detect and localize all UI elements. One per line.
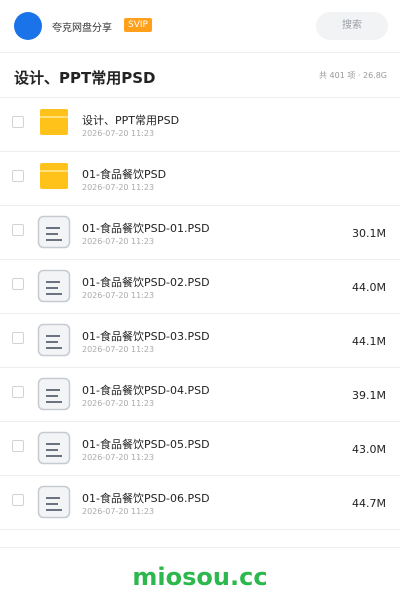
document-icon (37, 377, 71, 411)
item-checkbox[interactable] (12, 440, 24, 452)
avatar[interactable] (14, 12, 42, 40)
search-button[interactable]: 搜索 (316, 12, 388, 40)
page-title: 设计、PPT常用PSD (14, 69, 156, 87)
item-size: 44.1M (352, 335, 386, 348)
share-header: 夸克网盘分享 SVIP 搜索 (0, 0, 400, 53)
item-name: 01-食品餐饮PSD (82, 168, 167, 181)
item-date: 2026-07-20 11:23 (82, 345, 155, 354)
item-date: 2026-07-20 11:23 (82, 237, 155, 246)
file-list: 设计、PPT常用PSD 2026-07-20 11:23 01-食品餐饮PSD … (0, 98, 400, 530)
item-size: 44.0M (352, 281, 386, 294)
list-item[interactable]: 01-食品餐饮PSD-06.PSD 2026-07-20 11:23 44.7M (0, 476, 400, 530)
item-name: 设计、PPT常用PSD (82, 114, 180, 127)
item-checkbox[interactable] (12, 332, 24, 344)
item-name: 01-食品餐饮PSD-06.PSD (82, 492, 210, 505)
folder-icon (37, 107, 71, 141)
item-size: 44.7M (352, 497, 386, 510)
item-date: 2026-07-20 11:23 (82, 507, 155, 516)
list-item[interactable]: 01-食品餐饮PSD-04.PSD 2026-07-20 11:23 39.1M (0, 368, 400, 422)
item-summary: 共 401 项 · 26.8G (319, 71, 387, 80)
list-item[interactable]: 01-食品餐饮PSD-05.PSD 2026-07-20 11:23 43.0M (0, 422, 400, 476)
item-name: 01-食品餐饮PSD-04.PSD (82, 384, 210, 397)
folder-title-bar: 设计、PPT常用PSD 共 401 项 · 26.8G (0, 53, 400, 98)
item-name: 01-食品餐饮PSD-02.PSD (82, 276, 210, 289)
item-checkbox[interactable] (12, 278, 24, 290)
list-item[interactable]: 01-食品餐饮PSD 2026-07-20 11:23 (0, 152, 400, 206)
item-checkbox[interactable] (12, 170, 24, 182)
list-item[interactable]: 设计、PPT常用PSD 2026-07-20 11:23 (0, 98, 400, 152)
list-item[interactable]: 01-食品餐饮PSD-02.PSD 2026-07-20 11:23 44.0M (0, 260, 400, 314)
document-icon (37, 485, 71, 519)
item-date: 2026-07-20 11:23 (82, 129, 155, 138)
document-icon (37, 323, 71, 357)
svip-badge: SVIP (124, 18, 152, 32)
item-checkbox[interactable] (12, 116, 24, 128)
item-name: 01-食品餐饮PSD-05.PSD (82, 438, 210, 451)
item-name: 01-食品餐饮PSD-03.PSD (82, 330, 210, 343)
item-date: 2026-07-20 11:23 (82, 453, 155, 462)
folder-icon (37, 161, 71, 195)
document-icon (37, 269, 71, 303)
list-item[interactable]: 01-食品餐饮PSD-03.PSD 2026-07-20 11:23 44.1M (0, 314, 400, 368)
item-size: 39.1M (352, 389, 386, 402)
share-name: 夸克网盘分享 (52, 23, 112, 34)
list-item[interactable]: 01-食品餐饮PSD-01.PSD 2026-07-20 11:23 30.1M (0, 206, 400, 260)
footer-divider (0, 547, 400, 548)
item-checkbox[interactable] (12, 224, 24, 236)
watermark: miosou.cc (132, 563, 268, 591)
item-date: 2026-07-20 11:23 (82, 183, 155, 192)
document-icon (37, 431, 71, 465)
item-size: 43.0M (352, 443, 386, 456)
item-date: 2026-07-20 11:23 (82, 291, 155, 300)
item-name: 01-食品餐饮PSD-01.PSD (82, 222, 210, 235)
item-checkbox[interactable] (12, 494, 24, 506)
document-icon (37, 215, 71, 249)
item-date: 2026-07-20 11:23 (82, 399, 155, 408)
item-size: 30.1M (352, 227, 386, 240)
item-checkbox[interactable] (12, 386, 24, 398)
